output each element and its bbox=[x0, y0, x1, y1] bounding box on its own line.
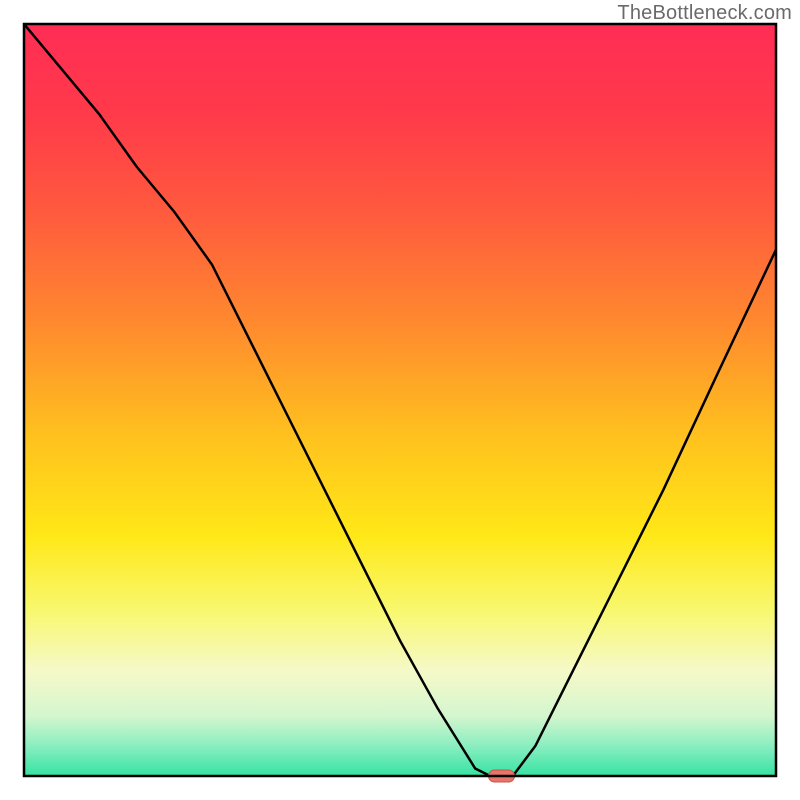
bottleneck-chart: TheBottleneck.com bbox=[0, 0, 800, 800]
plot-background bbox=[24, 24, 776, 776]
chart-svg bbox=[0, 0, 800, 800]
attribution-label: TheBottleneck.com bbox=[617, 2, 792, 25]
